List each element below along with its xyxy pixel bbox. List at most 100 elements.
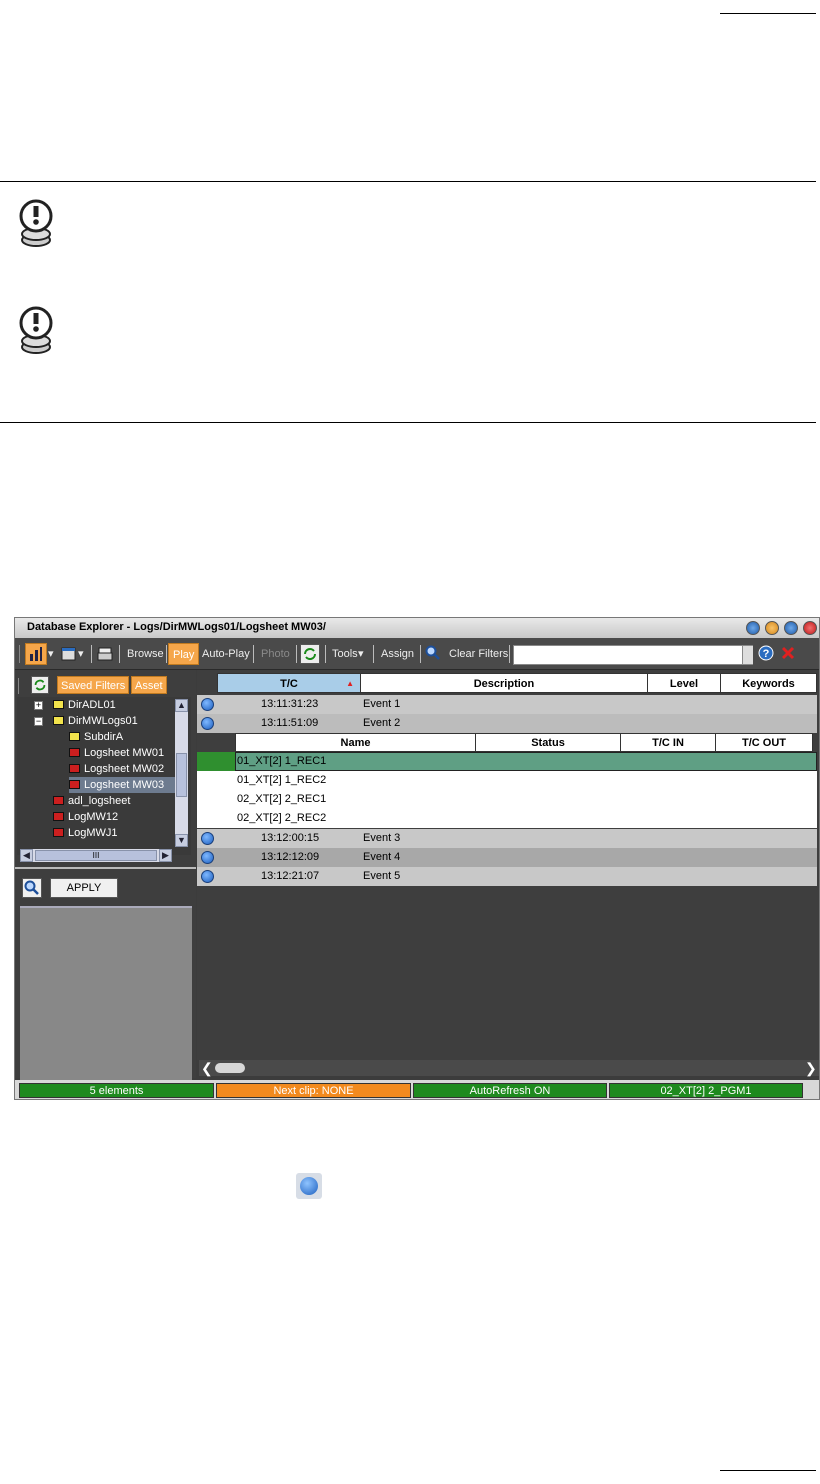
toolbar-grip xyxy=(19,645,20,663)
clip-row[interactable]: 02_XT[2] 2_REC1 xyxy=(197,790,817,809)
browse-button[interactable]: Browse xyxy=(123,643,168,665)
photo-button[interactable]: Photo xyxy=(257,643,294,665)
tree-item-selected[interactable]: Logsheet MW03 xyxy=(69,777,175,793)
sort-ascending-icon: ▲ xyxy=(346,679,354,688)
search-dropdown-icon[interactable] xyxy=(742,646,753,664)
assign-button[interactable]: Assign xyxy=(377,643,418,665)
scroll-down-icon[interactable]: ▼ xyxy=(175,834,188,847)
clip-row[interactable]: 02_XT[2] 2_REC2 xyxy=(197,809,817,828)
toolbar-separator xyxy=(509,645,510,663)
tools-menu[interactable]: Tools xyxy=(328,643,362,665)
tab-saved-filters[interactable]: Saved Filters xyxy=(57,676,130,694)
collapse-icon[interactable]: + xyxy=(34,701,43,710)
maximize-icon[interactable] xyxy=(784,621,798,635)
note-icon xyxy=(19,306,53,354)
status-bar: 5 elements Next clip: NONE AutoRefresh O… xyxy=(15,1080,819,1099)
auto-play-button[interactable]: Auto-Play xyxy=(198,643,254,665)
apply-button[interactable]: APPLY xyxy=(50,878,118,898)
tree-item-label: DirMWLogs01 xyxy=(68,715,138,727)
refresh-icon[interactable] xyxy=(31,676,49,694)
tree-item[interactable]: adl_logsheet xyxy=(53,793,130,809)
column-header-description[interactable]: Description xyxy=(360,673,648,693)
expand-row-icon[interactable] xyxy=(201,832,214,845)
directory-tree: + DirADL01 − DirMWLogs01 SubdirA Logshee… xyxy=(17,697,191,855)
tree-item[interactable]: Logsheet MW01 xyxy=(69,745,164,761)
event-row-expanded[interactable]: 13:11:51:09 Event 2 xyxy=(197,714,817,733)
scroll-left-icon[interactable]: ◀ xyxy=(20,849,33,862)
clip-name: 02_XT[2] 2_REC1 xyxy=(237,793,327,805)
column-header-tc-out[interactable]: T/C OUT xyxy=(715,733,813,752)
event-row[interactable]: 13:12:12:09 Event 4 xyxy=(197,848,817,867)
tree-item[interactable]: SubdirA xyxy=(69,729,123,745)
logsheet-icon xyxy=(53,812,64,821)
tree-item[interactable]: Logsheet MW02 xyxy=(69,761,164,777)
event-row[interactable]: 13:12:21:07 Event 5 xyxy=(197,867,817,886)
scroll-right-icon[interactable]: ▶ xyxy=(159,849,172,862)
play-button[interactable]: Play xyxy=(168,643,200,665)
refresh-icon[interactable] xyxy=(300,644,320,664)
close-icon[interactable] xyxy=(803,621,817,635)
clip-row[interactable]: 01_XT[2] 1_REC2 xyxy=(197,771,817,790)
collapse-row-icon[interactable] xyxy=(201,717,214,730)
event-row[interactable]: 13:12:00:15 Event 3 xyxy=(197,829,817,848)
minimize-icon[interactable] xyxy=(765,621,779,635)
search-input[interactable] xyxy=(513,645,753,665)
tools-dropdown-icon[interactable]: ▾ xyxy=(358,643,364,665)
view-mode-icon[interactable] xyxy=(25,643,47,665)
column-header-tc[interactable]: T/C ▲ xyxy=(217,673,361,693)
scroll-thumb[interactable] xyxy=(215,1063,245,1073)
scroll-left-icon[interactable]: ❮ xyxy=(201,1060,213,1076)
scroll-right-icon[interactable]: ❯ xyxy=(805,1060,817,1076)
tree-item[interactable]: DirMWLogs01 xyxy=(53,713,138,729)
filter-area xyxy=(20,906,192,1099)
column-header-status[interactable]: Status xyxy=(475,733,621,752)
calendar-dropdown-icon[interactable]: ▾ xyxy=(78,643,84,665)
scroll-up-icon[interactable]: ▲ xyxy=(175,699,188,712)
calendar-icon[interactable] xyxy=(59,644,79,664)
status-elements: 5 elements xyxy=(19,1083,214,1098)
expand-icon[interactable]: − xyxy=(34,717,43,726)
tree-item[interactable]: LogMW12 xyxy=(53,809,118,825)
tree-item-label: Logsheet MW01 xyxy=(84,747,165,759)
logsheet-icon xyxy=(69,780,80,789)
tree-item[interactable]: DirADL01 xyxy=(53,697,116,713)
scroll-thumb[interactable]: III xyxy=(35,850,157,861)
event-tc: 13:12:21:07 xyxy=(261,870,320,882)
folder-icon xyxy=(53,700,64,709)
search-icon[interactable] xyxy=(424,644,444,664)
column-header-tc-in[interactable]: T/C IN xyxy=(620,733,716,752)
expand-row-icon[interactable] xyxy=(201,698,214,711)
grid-horizontal-scrollbar[interactable]: ❮ ❯ xyxy=(199,1060,819,1076)
column-header-keywords[interactable]: Keywords xyxy=(720,673,817,693)
toolbar-separator xyxy=(253,645,254,663)
logsheet-icon xyxy=(69,764,80,773)
open-folder-icon xyxy=(53,716,64,725)
clear-filters-button[interactable]: Clear Filters xyxy=(445,643,512,665)
event-row[interactable]: 13:11:31:23 Event 1 xyxy=(197,695,817,714)
toolbar-separator xyxy=(91,645,92,663)
column-header-name[interactable]: Name xyxy=(235,733,476,752)
help-icon[interactable]: ? xyxy=(757,644,777,664)
tree-item-label: LogMW12 xyxy=(68,811,119,823)
clip-header-row: Name Status T/C IN T/C OUT xyxy=(197,733,817,752)
tree-vertical-scrollbar[interactable]: ▲ ▼ xyxy=(175,699,188,847)
tree-horizontal-scrollbar[interactable]: ◀ III ▶ xyxy=(20,849,172,862)
filter-search-button[interactable] xyxy=(22,878,42,898)
column-header-level[interactable]: Level xyxy=(647,673,721,693)
event-description: Event 4 xyxy=(363,851,401,863)
status-output: 02_XT[2] 2_PGM1 xyxy=(609,1083,803,1098)
print-icon[interactable] xyxy=(95,644,115,664)
event-description: Event 5 xyxy=(363,870,401,882)
scroll-thumb[interactable] xyxy=(176,753,187,797)
view-mode-dropdown-icon[interactable]: ▾ xyxy=(48,643,54,665)
expand-row-icon[interactable] xyxy=(201,870,214,883)
clear-search-icon[interactable] xyxy=(779,644,799,664)
expand-row-icon[interactable] xyxy=(201,851,214,864)
tab-asset[interactable]: Asset xyxy=(131,676,167,694)
help-icon[interactable] xyxy=(746,621,760,635)
clip-row-selected[interactable]: 01_XT[2] 1_REC1 xyxy=(197,752,817,771)
toolbar-separator xyxy=(296,645,297,663)
toolbar-separator xyxy=(373,645,374,663)
tree-item[interactable]: LogMWJ1 xyxy=(53,825,118,841)
panel-grip xyxy=(18,678,19,694)
